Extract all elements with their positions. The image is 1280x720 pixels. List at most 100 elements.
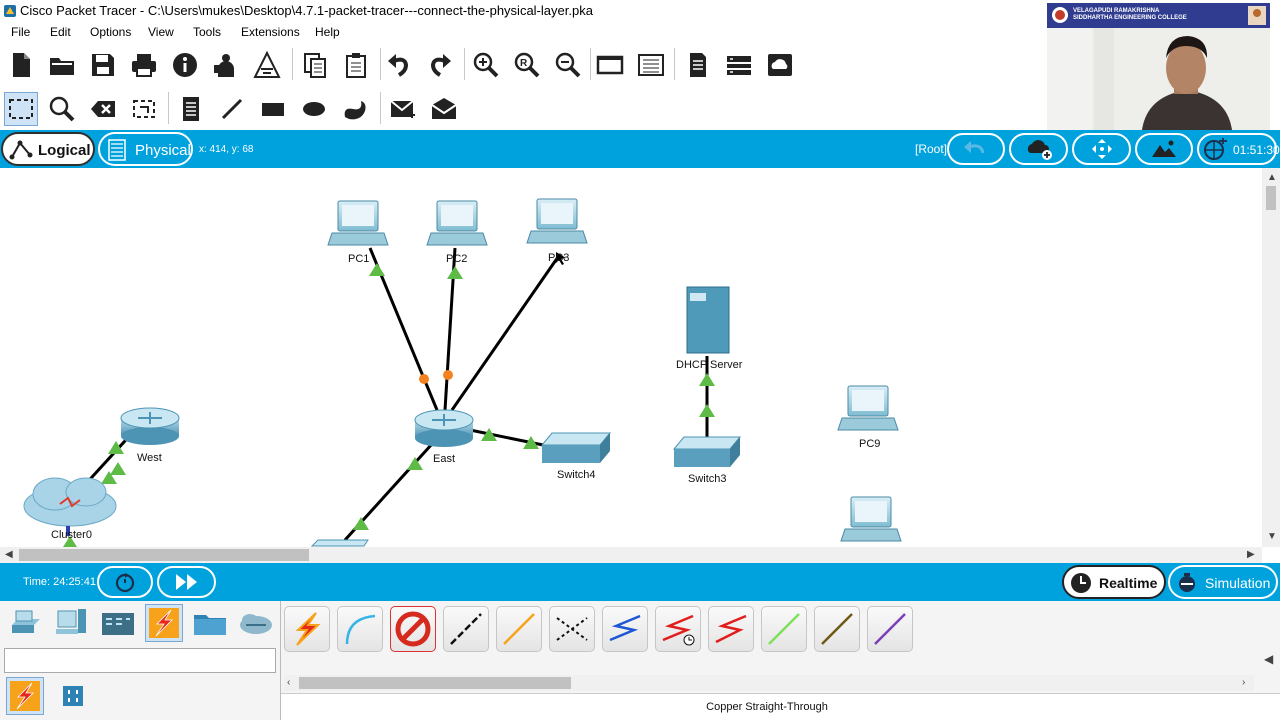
pc3-device[interactable] bbox=[526, 198, 588, 244]
menu-file[interactable]: File bbox=[11, 25, 30, 39]
scroll-left-icon[interactable]: ◀ bbox=[5, 549, 13, 560]
add-cluster-icon[interactable] bbox=[722, 48, 756, 82]
tab-logical[interactable]: Logical bbox=[1, 132, 95, 166]
system-clock: 01:51:30 bbox=[1233, 143, 1280, 157]
undo-icon[interactable] bbox=[382, 48, 416, 82]
paste-icon[interactable] bbox=[339, 48, 373, 82]
note-icon[interactable] bbox=[174, 92, 208, 126]
copy-icon[interactable] bbox=[298, 48, 332, 82]
custom-device-icon[interactable] bbox=[634, 48, 668, 82]
inspect-icon[interactable] bbox=[45, 92, 79, 126]
zoom-reset-icon[interactable]: R bbox=[510, 48, 544, 82]
back-button[interactable] bbox=[947, 133, 1005, 165]
connections-icon[interactable] bbox=[145, 604, 183, 642]
switch4-device[interactable] bbox=[540, 432, 612, 463]
move-object-button[interactable] bbox=[1072, 133, 1131, 165]
pc9-device[interactable] bbox=[837, 385, 899, 431]
new-icon[interactable] bbox=[4, 48, 38, 82]
phone-cable-button[interactable] bbox=[602, 606, 648, 652]
power-cycle-button[interactable] bbox=[97, 566, 153, 598]
east-router-device[interactable] bbox=[414, 409, 474, 447]
zoom-out-icon[interactable] bbox=[551, 48, 585, 82]
drawing-palette-icon[interactable] bbox=[593, 48, 627, 82]
copper-cross-over-button[interactable] bbox=[496, 606, 542, 652]
menu-help[interactable]: Help bbox=[315, 25, 340, 39]
workspace-horizontal-scrollbar[interactable]: ◀ ▶ bbox=[0, 547, 1262, 563]
rectangle-icon[interactable] bbox=[256, 92, 290, 126]
complex-pdu-icon[interactable] bbox=[427, 92, 461, 126]
usb-cable-button[interactable] bbox=[867, 606, 913, 652]
info-icon[interactable] bbox=[168, 48, 202, 82]
miscellaneous-icon[interactable] bbox=[191, 604, 229, 642]
serial-dce-button[interactable] bbox=[655, 606, 701, 652]
menu-options[interactable]: Options bbox=[90, 25, 131, 39]
serial-dte-button[interactable] bbox=[708, 606, 754, 652]
pc2-label: PC2 bbox=[446, 253, 468, 265]
dhcp-server-device[interactable] bbox=[686, 286, 730, 354]
emblem-icon bbox=[1248, 6, 1266, 25]
ipc-icon[interactable] bbox=[250, 48, 284, 82]
scroll-down-icon[interactable]: ▼ bbox=[1267, 531, 1277, 542]
conn-scroll-left-icon[interactable]: ‹ bbox=[287, 677, 290, 688]
ellipse-icon[interactable] bbox=[297, 92, 331, 126]
switch3-device[interactable] bbox=[672, 436, 742, 467]
iot-custom-cable-button[interactable] bbox=[814, 606, 860, 652]
redo-icon[interactable] bbox=[423, 48, 457, 82]
line-icon[interactable] bbox=[215, 92, 249, 126]
cloud-viewer-icon[interactable] bbox=[763, 48, 797, 82]
simulation-mode-button[interactable]: Simulation bbox=[1168, 565, 1278, 599]
resize-icon[interactable] bbox=[127, 92, 161, 126]
pc2-device[interactable] bbox=[426, 200, 488, 246]
vertical-scroll-thumb[interactable] bbox=[1266, 186, 1276, 210]
workspace-vertical-scrollbar[interactable]: ▲ ▼ bbox=[1262, 168, 1280, 547]
end-devices-icon[interactable] bbox=[53, 604, 91, 642]
octal-cable-button[interactable] bbox=[761, 606, 807, 652]
menu-extensions[interactable]: Extensions bbox=[241, 25, 300, 39]
connections-scrollbar[interactable]: ‹ › bbox=[284, 675, 1254, 691]
set-background-button[interactable] bbox=[1135, 133, 1193, 165]
device-search-input[interactable] bbox=[4, 648, 276, 673]
menu-edit[interactable]: Edit bbox=[50, 25, 71, 39]
panel-collapse-icon[interactable]: ◀ bbox=[1264, 652, 1273, 666]
copper-straight-through-button[interactable] bbox=[443, 606, 489, 652]
cluster0-cloud[interactable] bbox=[23, 477, 117, 536]
multiuser-icon[interactable] bbox=[237, 604, 275, 642]
automatic-connection-button[interactable] bbox=[284, 606, 330, 652]
switch-device-partial[interactable] bbox=[310, 539, 369, 547]
console-cable-button[interactable] bbox=[337, 606, 383, 652]
components-icon[interactable] bbox=[99, 604, 137, 642]
grid-view-icon[interactable] bbox=[54, 677, 92, 715]
simple-pdu-icon[interactable] bbox=[386, 92, 420, 126]
link-east-switch4[interactable] bbox=[469, 428, 549, 448]
realtime-mode-button[interactable]: Realtime bbox=[1062, 565, 1166, 599]
menu-tools[interactable]: Tools bbox=[193, 25, 221, 39]
fiber-button[interactable] bbox=[549, 606, 595, 652]
freeform-icon[interactable] bbox=[338, 92, 372, 126]
logical-workspace[interactable]: PC1 PC2 PC3 DHCP Server PC9 West East Sw… bbox=[0, 168, 1262, 547]
network-devices-icon[interactable] bbox=[7, 604, 45, 642]
fast-forward-button[interactable] bbox=[157, 566, 216, 598]
west-router-device[interactable] bbox=[120, 407, 180, 445]
conn-scroll-right-icon[interactable]: › bbox=[1242, 677, 1245, 688]
pc-device-partial[interactable] bbox=[840, 496, 902, 542]
scroll-up-icon[interactable]: ▲ bbox=[1267, 172, 1277, 183]
no-connection-button[interactable] bbox=[390, 606, 436, 652]
connections-subtype-icon[interactable] bbox=[6, 677, 44, 715]
select-icon[interactable] bbox=[4, 92, 38, 126]
new-cluster-button[interactable] bbox=[1009, 133, 1068, 165]
open-icon[interactable] bbox=[45, 48, 79, 82]
connections-scroll-thumb[interactable] bbox=[299, 677, 571, 689]
menu-view[interactable]: View bbox=[148, 25, 174, 39]
scroll-right-icon[interactable]: ▶ bbox=[1247, 549, 1255, 560]
zoom-in-icon[interactable] bbox=[469, 48, 503, 82]
pdu-list-icon[interactable] bbox=[681, 48, 715, 82]
packet-tracer-window: Cisco Packet Tracer - C:\Users\mukes\Des… bbox=[0, 0, 1280, 720]
delete-icon[interactable] bbox=[86, 92, 120, 126]
print-icon[interactable] bbox=[127, 48, 161, 82]
save-icon[interactable] bbox=[86, 48, 120, 82]
network-wizard-icon[interactable] bbox=[209, 48, 243, 82]
horizontal-scroll-thumb[interactable] bbox=[19, 549, 309, 561]
pc1-device[interactable] bbox=[327, 200, 389, 246]
tab-physical[interactable]: Physical bbox=[98, 132, 193, 166]
link-pc3-east[interactable] bbox=[450, 256, 560, 411]
